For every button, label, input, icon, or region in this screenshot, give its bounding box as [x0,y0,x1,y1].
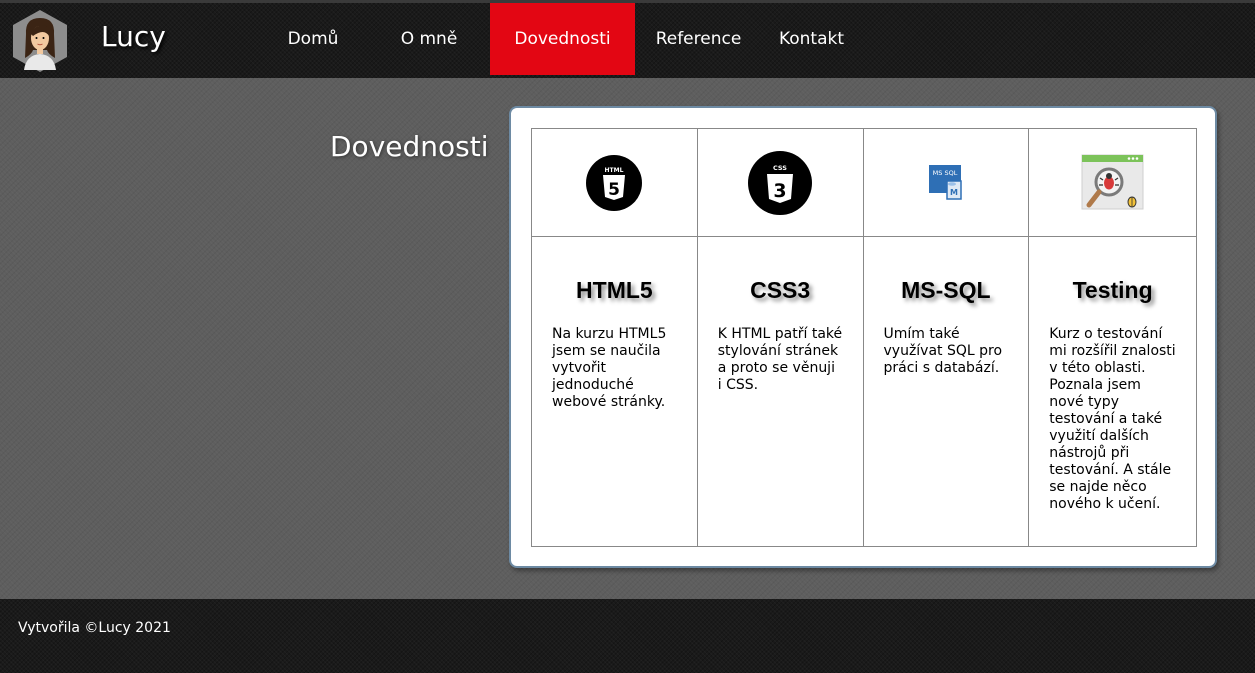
skill-title: Testing [1072,277,1153,303]
svg-text:CSS: CSS [773,164,787,172]
svg-text:3: 3 [774,180,787,202]
skill-ms-sql: MS SQL M MS-SQL Umím také využívat SQL p… [863,129,1030,546]
skill-title: MS-SQL [901,277,991,303]
skill-description: K HTML patří také stylování stránek a pr… [717,326,843,393]
footer-copyright: Vytvořila ©Lucy 2021 [18,620,171,636]
svg-text:MS SQL: MS SQL [933,169,958,177]
site-brand[interactable]: Lucy [101,20,166,53]
nav-item-dovednosti[interactable]: Dovednosti [490,3,635,75]
avatar-icon[interactable] [12,10,68,72]
svg-text:5: 5 [608,180,620,200]
skill-title: HTML5 [576,277,653,303]
site-header: Lucy Domů O mně Dovednosti Reference Kon… [0,0,1255,78]
nav-item-kontakt[interactable]: Kontakt [762,3,861,75]
nav-item-o-mne[interactable]: O mně [368,3,490,75]
skill-icon-cell: MS SQL M [863,129,1029,237]
skill-css3: CSS 3 CSS3 K HTML patří také stylování s… [697,129,864,546]
skill-icon-cell: HTML 5 [532,129,697,237]
nav-item-reference[interactable]: Reference [635,3,762,75]
skill-icon-cell: CSS 3 [697,129,863,237]
skills-table: HTML 5 HTML5 Na kurzu HTML5 jsem se nauč… [531,128,1197,547]
skill-description: Umím také využívat SQL pro práci s datab… [883,326,1003,376]
skill-html5: HTML 5 HTML5 Na kurzu HTML5 jsem se nauč… [532,129,698,546]
main-nav: Domů O mně Dovednosti Reference Kontakt [258,3,861,78]
svg-text:HTML: HTML [605,167,624,174]
ms-sql-icon: MS SQL M [928,164,962,200]
skill-icon-cell [1029,129,1196,237]
skills-card: HTML 5 HTML5 Na kurzu HTML5 jsem se nauč… [509,106,1217,568]
html5-icon: HTML 5 [586,154,643,211]
skill-description: Kurz o testování mi rozšířil znalosti v … [1049,326,1176,512]
skill-title: CSS3 [750,277,811,303]
page-title: Dovednosti [330,130,489,163]
nav-item-domu[interactable]: Domů [258,3,368,75]
skill-description: Na kurzu HTML5 jsem se naučila vytvořit … [552,326,667,410]
css3-icon: CSS 3 [748,150,813,215]
svg-text:M: M [950,188,958,197]
skill-testing: Testing Kurz o testování mi rozšířil zna… [1029,129,1196,546]
testing-bug-icon [1081,154,1144,209]
site-footer: Vytvořila ©Lucy 2021 [0,599,1255,673]
